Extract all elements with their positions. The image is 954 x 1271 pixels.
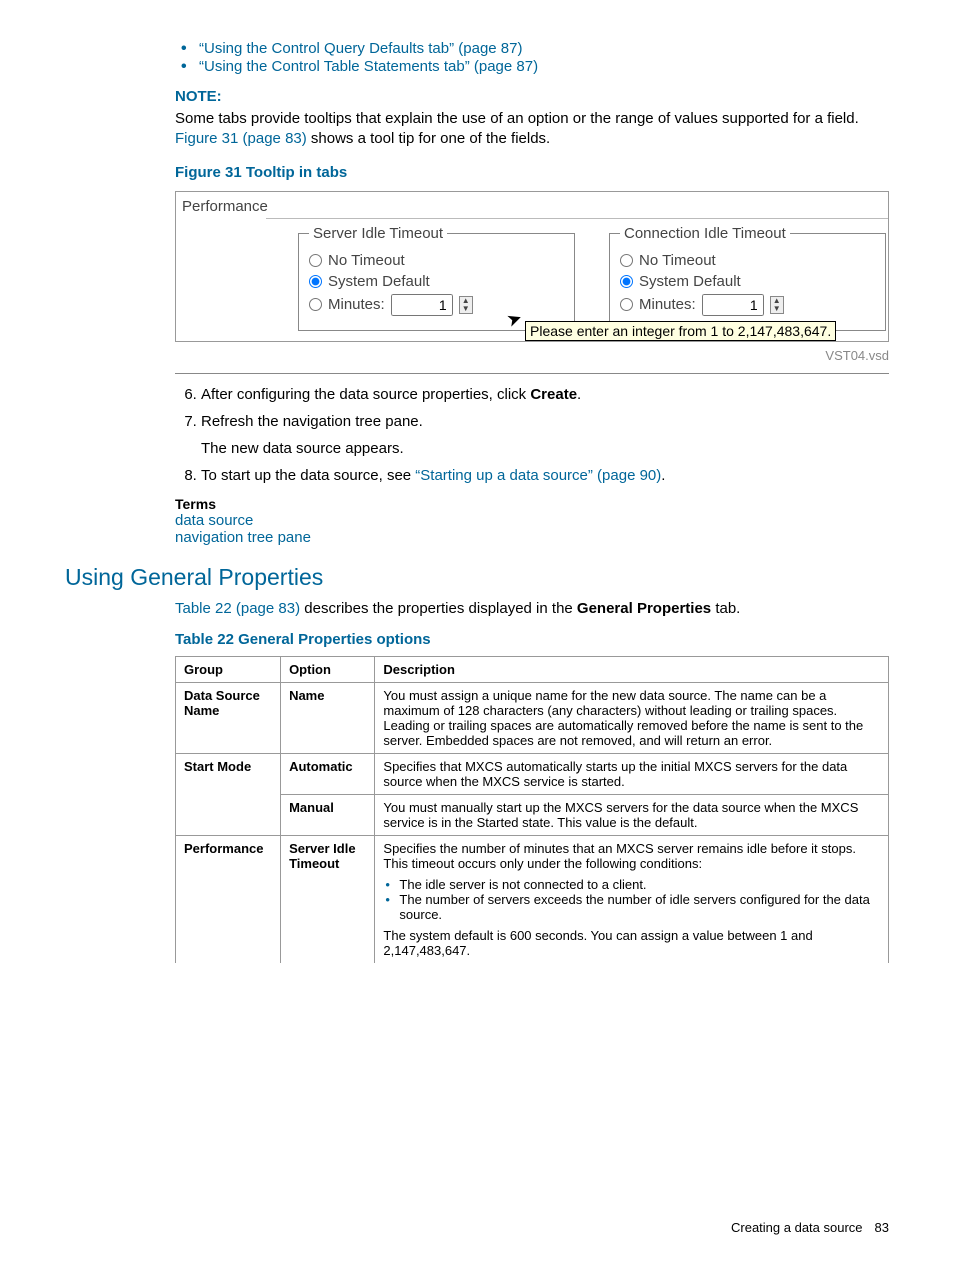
note-text-post: shows a tool tip for one of the fields. — [307, 130, 550, 147]
conn-minutes-stepper[interactable]: ▲▼ — [770, 296, 784, 314]
intro-mid: describes the properties displayed in th… — [300, 600, 577, 617]
performance-group-label: Performance — [182, 198, 268, 215]
desc-sit-p1: Specifies the number of minutes that an … — [383, 841, 880, 871]
option-name: Name — [289, 688, 324, 703]
step-7b: The new data source appears. — [201, 438, 889, 459]
table-row: Start Mode Automatic Specifies that MXCS… — [176, 753, 889, 794]
intro-bold: General Properties — [577, 600, 711, 617]
steps-list: After configuring the data source proper… — [175, 384, 889, 486]
conn-minutes-radio[interactable] — [620, 298, 633, 311]
conn-no-timeout-radio[interactable] — [620, 254, 633, 267]
conn-system-default-label: System Default — [639, 273, 741, 290]
connection-idle-timeout-fieldset: Connection Idle Timeout No Timeout Syste… — [609, 225, 886, 331]
step-8-post: . — [661, 467, 665, 484]
table-row: Performance Server Idle Timeout Specifie… — [176, 835, 889, 963]
conn-system-default-radio[interactable] — [620, 275, 633, 288]
intro-table-link[interactable]: Table 22 (page 83) — [175, 600, 300, 617]
group-data-source-name: Data Source Name — [184, 688, 260, 718]
desc-manual: You must manually start up the MXCS serv… — [375, 794, 889, 835]
connection-idle-legend: Connection Idle Timeout — [620, 225, 790, 242]
server-minutes-label: Minutes: — [328, 296, 385, 313]
server-no-timeout-radio[interactable] — [309, 254, 322, 267]
option-server-idle-timeout: Server Idle Timeout — [289, 841, 356, 871]
server-minutes-input[interactable] — [391, 294, 453, 316]
section-heading: Using General Properties — [65, 564, 889, 591]
step-7: Refresh the navigation tree pane. The ne… — [201, 411, 889, 459]
desc-automatic: Specifies that MXCS automatically starts… — [375, 753, 889, 794]
intro-post: tab. — [711, 600, 740, 617]
tooltip-box: Please enter an integer from 1 to 2,147,… — [525, 321, 836, 341]
th-description: Description — [375, 656, 889, 682]
term-navigation-tree[interactable]: navigation tree pane — [175, 529, 889, 546]
related-link-1[interactable]: “Using the Control Query Defaults tab” (… — [199, 40, 523, 57]
note-text-pre: Some tabs provide tooltips that explain … — [175, 110, 859, 127]
server-idle-timeout-fieldset: Server Idle Timeout No Timeout System De… — [298, 225, 575, 331]
conn-minutes-input[interactable] — [702, 294, 764, 316]
table-row: Manual You must manually start up the MX… — [176, 794, 889, 835]
figure-title: Figure 31 Tooltip in tabs — [175, 164, 889, 181]
desc-sit-b1: The idle server is not connected to a cl… — [399, 877, 880, 892]
server-system-default-label: System Default — [328, 273, 430, 290]
desc-sit-p2: The system default is 600 seconds. You c… — [383, 928, 880, 958]
th-option: Option — [281, 656, 375, 682]
option-automatic: Automatic — [289, 759, 353, 774]
table-row: Data Source Name Name You must assign a … — [176, 682, 889, 753]
desc-name: You must assign a unique name for the ne… — [375, 682, 889, 753]
table-title: Table 22 General Properties options — [175, 631, 889, 648]
server-no-timeout-label: No Timeout — [328, 252, 405, 269]
conn-minutes-label: Minutes: — [639, 296, 696, 313]
note-body: Some tabs provide tooltips that explain … — [175, 109, 889, 150]
server-minutes-stepper[interactable]: ▲▼ — [459, 296, 473, 314]
footer-page-number: 83 — [875, 1220, 889, 1235]
note-heading: NOTE: — [175, 88, 889, 105]
step-6-bold: Create — [530, 386, 577, 403]
step-6-post: . — [577, 386, 581, 403]
terms-heading: Terms — [175, 496, 889, 512]
properties-table: Group Option Description Data Source Nam… — [175, 656, 889, 963]
option-manual: Manual — [289, 800, 334, 815]
desc-sit-b2: The number of servers exceeds the number… — [399, 892, 880, 922]
step-8: To start up the data source, see “Starti… — [201, 465, 889, 486]
step-8-link[interactable]: “Starting up a data source” (page 90) — [415, 467, 661, 484]
related-link-2[interactable]: “Using the Control Table Statements tab”… — [199, 58, 538, 75]
server-system-default-radio[interactable] — [309, 275, 322, 288]
step-6-pre: After configuring the data source proper… — [201, 386, 530, 403]
server-idle-legend: Server Idle Timeout — [309, 225, 447, 242]
page-footer: Creating a data source 83 — [731, 1220, 889, 1235]
step-8-pre: To start up the data source, see — [201, 467, 415, 484]
section-intro: Table 22 (page 83) describes the propert… — [175, 599, 889, 619]
horizontal-rule — [175, 373, 889, 374]
term-data-source[interactable]: data source — [175, 512, 889, 529]
th-group: Group — [176, 656, 281, 682]
note-figure-link[interactable]: Figure 31 (page 83) — [175, 130, 307, 147]
footer-label: Creating a data source — [731, 1220, 863, 1235]
conn-no-timeout-label: No Timeout — [639, 252, 716, 269]
related-links-list: “Using the Control Query Defaults tab” (… — [175, 40, 889, 76]
server-minutes-radio[interactable] — [309, 298, 322, 311]
figure-image: Performance Server Idle Timeout No Timeo… — [175, 191, 889, 342]
step-7a: Refresh the navigation tree pane. — [201, 411, 889, 432]
group-start-mode: Start Mode — [184, 759, 251, 774]
figure-filename: VST04.vsd — [175, 348, 889, 363]
step-6: After configuring the data source proper… — [201, 384, 889, 405]
group-performance: Performance — [184, 841, 263, 856]
